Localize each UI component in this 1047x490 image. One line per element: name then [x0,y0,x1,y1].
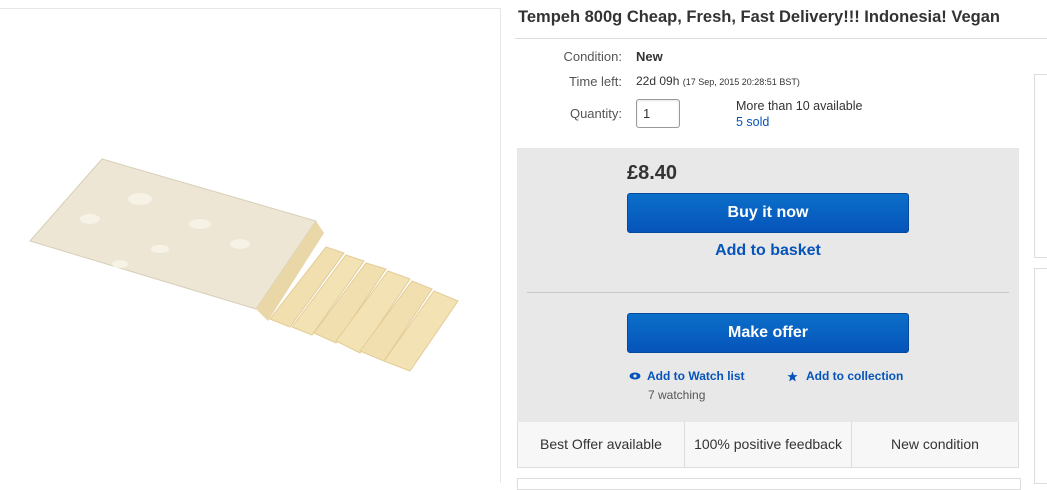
quantity-label: Quantity: [569,106,622,121]
product-image-panel[interactable] [0,8,501,483]
time-left-value: 22d 09h [636,74,680,88]
make-offer-button[interactable]: Make offer [627,313,909,353]
watch-list-label[interactable]: Add to Watch list [647,369,745,383]
side-panel-top [1034,74,1047,258]
purchase-panel [517,148,1019,422]
add-to-collection[interactable]: Add to collection [787,369,903,383]
buy-it-now-button[interactable]: Buy it now [627,193,909,233]
title-divider [515,38,1047,39]
feature-bar: Best Offer available 100% positive feedb… [517,422,1019,468]
sold-link[interactable]: 5 sold [736,115,769,129]
lower-panel [517,478,1021,490]
side-panel-bottom [1034,268,1047,484]
product-image [29,158,459,372]
time-left: 22d 09h (17 Sep, 2015 20:28:51 BST) [636,74,800,88]
star-icon [787,370,798,382]
feature-new-condition: New condition [852,422,1018,467]
purchase-divider [527,292,1009,293]
availability-text: More than 10 available [736,99,863,113]
condition-value: New [636,49,663,64]
collection-label[interactable]: Add to collection [806,369,903,383]
condition-label: Condition: [563,49,622,64]
listing-title: Tempeh 800g Cheap, Fresh, Fast Delivery!… [518,8,1000,26]
price: £8.40 [627,162,678,184]
time-left-detail: (17 Sep, 2015 20:28:51 BST) [682,77,800,87]
eye-icon [629,372,641,380]
time-left-label: Time left: [569,74,622,89]
watching-count: 7 watching [648,388,706,402]
feature-best-offer: Best Offer available [518,422,685,467]
add-to-watch-list[interactable]: Add to Watch list [629,369,745,383]
add-to-basket-link[interactable]: Add to basket [627,242,909,260]
feature-positive-feedback: 100% positive feedback [685,422,852,467]
quantity-input[interactable] [636,99,680,128]
